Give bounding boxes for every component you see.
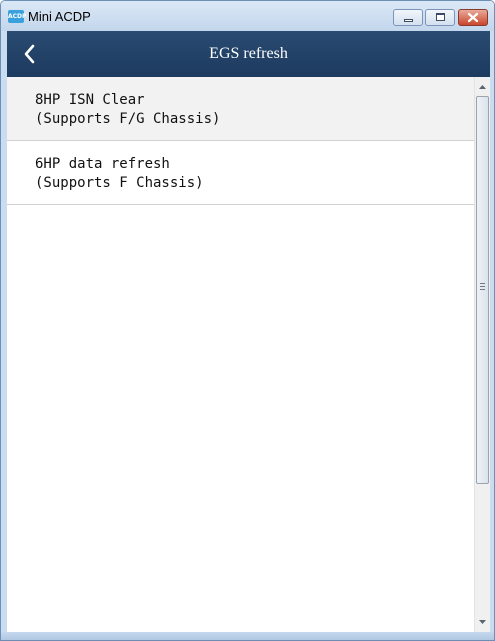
scroll-down-arrow-icon[interactable] (475, 614, 490, 630)
page-title: EGS refresh (209, 45, 288, 62)
scrollbar-thumb[interactable] (476, 96, 489, 484)
list-item-8hp-isn-clear[interactable]: 8HP ISN Clear (Supports F/G Chassis) (7, 77, 474, 141)
window-bottom-border (1, 632, 494, 640)
scrollbar-grip-icon (480, 283, 485, 290)
app-content: EGS refresh 8HP ISN Clear (Supports F/G … (7, 31, 490, 632)
app-icon: ACDP (8, 10, 26, 23)
minimize-icon (404, 19, 413, 22)
list-item-subtitle: (Supports F Chassis) (35, 175, 204, 191)
vertical-scrollbar[interactable] (474, 77, 490, 632)
minimize-button[interactable] (393, 9, 423, 26)
title-bar[interactable]: ACDP Mini ACDP (1, 1, 494, 31)
close-button[interactable] (458, 9, 488, 26)
list-item-6hp-data-refresh[interactable]: 6HP data refresh (Supports F Chassis) (7, 141, 474, 205)
function-list: 8HP ISN Clear (Supports F/G Chassis) 6HP… (7, 77, 474, 205)
list-item-title: 6HP data refresh (35, 156, 170, 172)
scroll-up-arrow-icon[interactable] (475, 79, 490, 95)
close-icon (467, 12, 479, 23)
maximize-icon (436, 13, 445, 21)
window-title: Mini ACDP (28, 9, 91, 24)
list-item-title: 8HP ISN Clear (35, 92, 145, 108)
app-window: ACDP Mini ACDP EGS refresh 8HP ISN Clear… (0, 0, 495, 641)
page-header: EGS refresh (7, 31, 490, 77)
list-item-subtitle: (Supports F/G Chassis) (35, 111, 221, 127)
maximize-button[interactable] (425, 9, 455, 26)
